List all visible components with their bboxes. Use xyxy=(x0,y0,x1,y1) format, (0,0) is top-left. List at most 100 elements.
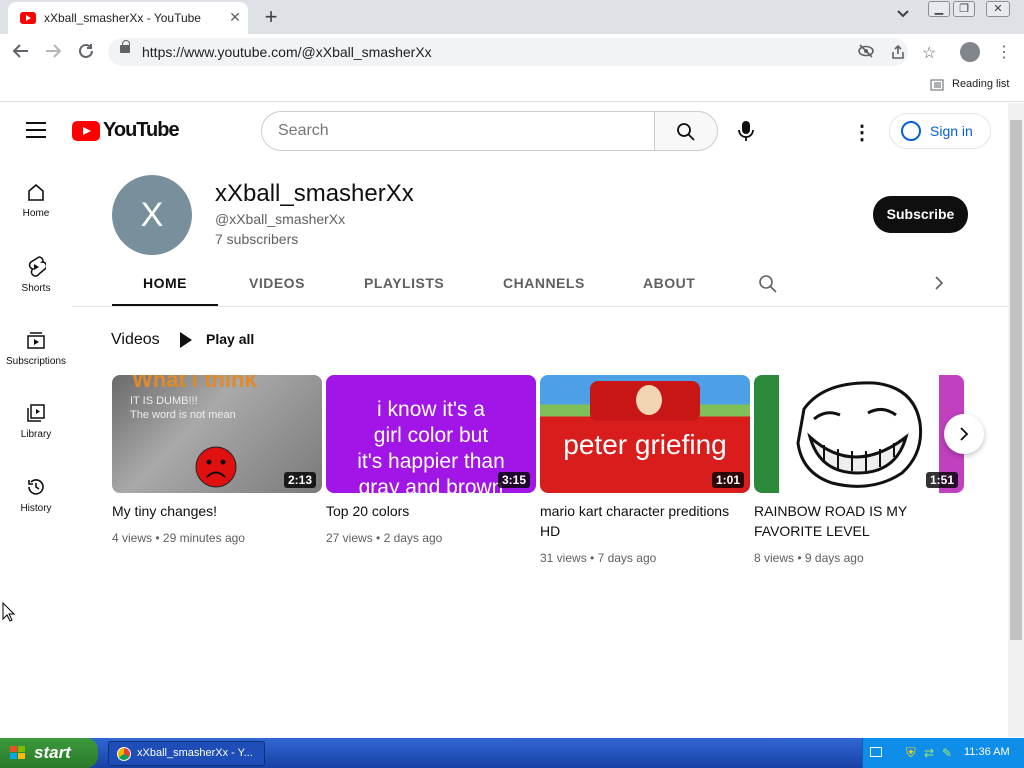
tabs-next-chevron-icon[interactable] xyxy=(934,276,944,295)
sign-in-label: Sign in xyxy=(930,123,973,139)
sad-face-icon xyxy=(195,446,237,488)
tab-playlists[interactable]: PLAYLISTS xyxy=(364,275,444,291)
video-meta: 27 views • 2 days ago xyxy=(326,531,442,545)
channel-avatar[interactable]: X xyxy=(112,175,192,255)
network-icon[interactable]: ⇄ xyxy=(924,746,934,760)
upload-age: 9 days ago xyxy=(804,551,864,565)
share-icon[interactable] xyxy=(890,44,906,63)
eye-off-icon[interactable] xyxy=(858,44,874,61)
back-arrow-icon[interactable] xyxy=(10,42,32,65)
profile-avatar-icon[interactable] xyxy=(960,42,980,62)
tab-about[interactable]: ABOUT xyxy=(643,275,695,291)
voice-search-mic-icon[interactable] xyxy=(733,116,759,146)
thumbnail-text: What I think xyxy=(132,375,257,392)
upload-age: 29 minutes ago xyxy=(162,531,245,545)
channel-search-icon[interactable] xyxy=(758,274,778,299)
reload-icon[interactable] xyxy=(75,42,97,65)
thumbnail-text: girl color but xyxy=(373,424,489,447)
video-thumbnail[interactable]: 1:51 xyxy=(754,375,964,493)
settings-kebab-icon[interactable]: ⋮ xyxy=(852,120,872,145)
video-title[interactable]: mario kart character preditions HD xyxy=(540,501,740,541)
home-icon xyxy=(28,183,44,201)
view-count: 4 views xyxy=(112,531,153,545)
browser-tab[interactable]: xXball_smasherXx - YouTube ✕ xyxy=(8,2,248,34)
sidebar-item-label: History xyxy=(20,503,52,514)
sidebar-item-subscriptions[interactable]: Subscriptions xyxy=(0,330,72,367)
tab-divider xyxy=(72,306,1008,307)
keyboard-icon[interactable] xyxy=(870,747,882,757)
thumbnail-text: i know it's a xyxy=(377,398,485,421)
sidebar-item-home[interactable]: Home xyxy=(0,182,72,219)
video-thumbnail[interactable]: What I think IT IS DUMB!!! The word is n… xyxy=(112,375,322,493)
video-meta: 8 views • 9 days ago xyxy=(754,551,864,565)
tab-home[interactable]: HOME xyxy=(143,275,187,291)
upload-age: 2 days ago xyxy=(383,531,443,545)
sidebar-item-history[interactable]: History xyxy=(0,477,72,514)
video-meta: 31 views • 7 days ago xyxy=(540,551,656,565)
bookmark-star-icon[interactable]: ☆ xyxy=(922,43,936,63)
sidebar-item-label: Library xyxy=(20,429,52,440)
menu-hamburger-icon[interactable] xyxy=(26,122,46,138)
history-icon xyxy=(28,479,44,495)
youtube-logo-text[interactable]: YouTube xyxy=(103,119,180,142)
subscriber-count: 7 subscribers xyxy=(215,231,299,247)
view-count: 8 views xyxy=(754,551,795,565)
volume-icon[interactable]: ✎ xyxy=(942,746,952,760)
windows-flag-icon xyxy=(10,746,25,759)
new-tab-button[interactable]: + xyxy=(260,4,282,30)
video-title[interactable]: RAINBOW ROAD IS MY FAVORITE LEVEL xyxy=(754,501,954,541)
videos-heading[interactable]: Videos xyxy=(111,331,160,349)
clock[interactable]: 11:36 AM xyxy=(964,746,1010,758)
reading-list-icon[interactable] xyxy=(930,78,944,96)
channel-name: xXball_smasherXx xyxy=(215,180,414,207)
library-icon xyxy=(27,404,45,422)
close-window-button[interactable]: ✕ xyxy=(986,1,1010,17)
view-count: 27 views xyxy=(326,531,373,545)
video-title[interactable]: My tiny changes! xyxy=(112,501,312,521)
tab-close-button[interactable]: ✕ xyxy=(226,8,244,26)
duration-badge: 1:01 xyxy=(711,472,744,488)
youtube-logo-icon[interactable] xyxy=(72,121,100,141)
taskbar-item-chrome[interactable]: xXball_smasherXx - Y... xyxy=(108,741,265,766)
chrome-icon xyxy=(117,747,131,761)
url-text[interactable]: https://www.youtube.com/@xXball_smasherX… xyxy=(142,44,432,60)
view-count: 31 views xyxy=(540,551,587,565)
trollface-icon xyxy=(796,381,923,488)
forward-arrow-icon[interactable] xyxy=(42,42,64,65)
chevron-right-icon xyxy=(960,427,969,441)
tab-channels[interactable]: CHANNELS xyxy=(503,275,585,291)
shelf-next-button[interactable] xyxy=(944,414,984,454)
reading-list-button[interactable]: Reading list xyxy=(952,78,1009,90)
restore-button[interactable]: ❐ xyxy=(953,1,975,17)
sign-in-button[interactable]: Sign in xyxy=(889,113,991,149)
search-icon xyxy=(677,123,695,141)
meta-separator: • xyxy=(797,551,802,565)
tab-videos[interactable]: VIDEOS xyxy=(249,275,305,291)
lock-icon[interactable] xyxy=(120,40,130,53)
security-shield-icon[interactable]: ⛨ xyxy=(906,745,916,761)
subscriptions-icon xyxy=(27,332,45,349)
meta-separator: • xyxy=(155,531,160,545)
minimize-button[interactable]: ▁ xyxy=(928,1,950,17)
upload-age: 7 days ago xyxy=(597,551,657,565)
tab-title: xXball_smasherXx - YouTube xyxy=(44,11,201,25)
browser-menu-icon[interactable]: ⋮ xyxy=(996,42,1012,62)
thumbnail-text: The word is not mean xyxy=(130,409,236,421)
sidebar-item-library[interactable]: Library xyxy=(0,403,72,440)
video-title[interactable]: Top 20 colors xyxy=(326,501,526,521)
search-button[interactable] xyxy=(654,111,718,151)
subscribe-button[interactable]: Subscribe xyxy=(873,196,968,233)
play-all-button[interactable]: Play all xyxy=(180,331,254,348)
channel-handle: @xXball_smasherXx xyxy=(215,211,346,227)
sidebar-item-shorts[interactable]: Shorts xyxy=(0,255,72,294)
scrollbar-thumb[interactable] xyxy=(1010,120,1022,640)
youtube-favicon-icon xyxy=(20,12,36,24)
tab-search-chevron-icon[interactable] xyxy=(896,6,910,22)
search-box[interactable] xyxy=(261,111,655,151)
character-graphic xyxy=(636,385,662,415)
thumbnail-text: peter griefing xyxy=(563,429,727,460)
duration-badge: 1:51 xyxy=(925,472,958,488)
video-thumbnail[interactable]: peter griefing 1:01 xyxy=(540,375,750,493)
search-input[interactable] xyxy=(262,112,654,150)
video-thumbnail[interactable]: i know it's a girl color but it's happie… xyxy=(326,375,536,493)
